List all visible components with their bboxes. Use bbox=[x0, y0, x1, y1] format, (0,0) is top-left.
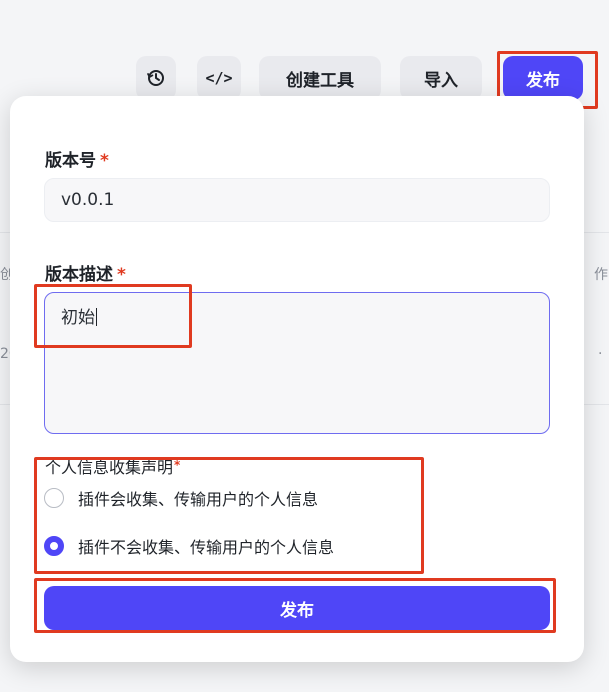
history-button[interactable] bbox=[136, 56, 176, 100]
create-tool-button[interactable]: 创建工具 bbox=[259, 56, 381, 100]
version-label: 版本号 * bbox=[45, 151, 109, 171]
required-mark: * bbox=[100, 151, 109, 171]
bg-text-fragment: 作 bbox=[594, 267, 608, 283]
required-mark: * bbox=[174, 458, 181, 472]
required-mark: * bbox=[117, 265, 126, 285]
submit-publish-button[interactable]: 发布 bbox=[44, 586, 550, 630]
privacy-option-collects[interactable]: 插件会收集、传输用户的个人信息 bbox=[44, 484, 318, 512]
bg-text-fragment: · bbox=[598, 346, 603, 362]
version-input[interactable]: v0.0.1 bbox=[44, 178, 550, 222]
import-button[interactable]: 导入 bbox=[400, 56, 482, 100]
code-icon: </> bbox=[205, 69, 233, 87]
radio-unchecked[interactable] bbox=[44, 488, 64, 508]
privacy-option-not-collects[interactable]: 插件不会收集、传输用户的个人信息 bbox=[44, 532, 334, 560]
publish-popover: 版本号 * v0.0.1 版本描述 * 初始 个人信息收集声明* 插件会收集、传输用… bbox=[10, 96, 584, 662]
publish-button[interactable]: 发布 bbox=[503, 56, 583, 100]
radio-checked[interactable] bbox=[44, 536, 64, 556]
history-icon bbox=[147, 70, 164, 86]
description-textarea[interactable]: 初始 bbox=[44, 292, 550, 434]
code-button[interactable]: </> bbox=[197, 56, 241, 100]
privacy-label: 个人信息收集声明* bbox=[45, 458, 181, 477]
text-caret bbox=[96, 308, 97, 326]
description-value: 初始 bbox=[61, 308, 95, 328]
description-label: 版本描述 * bbox=[45, 265, 126, 285]
screen: 创 20 作 · </> 创建工具 导入 发布 版本号 * v0.0.1 版本描述… bbox=[0, 0, 609, 692]
